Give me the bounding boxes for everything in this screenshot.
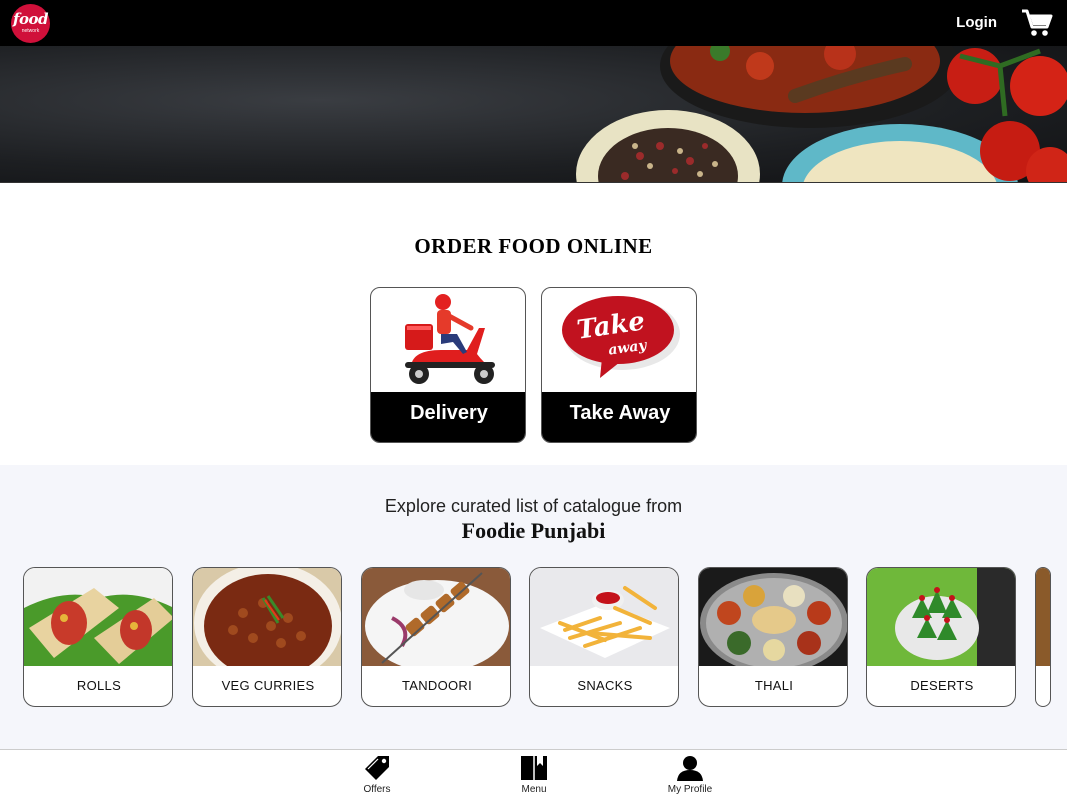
bottom-navigation: Offers Menu My Profile <box>0 749 1067 800</box>
cart-icon[interactable] <box>1021 8 1053 38</box>
nav-menu-label: Menu <box>521 784 547 795</box>
nav-offers[interactable]: Offers <box>337 754 417 800</box>
nav-menu[interactable]: Menu <box>494 754 574 800</box>
category-label: TANDOORI <box>401 678 473 693</box>
catalogue-subtitle: Explore curated list of catalogue from <box>384 496 683 516</box>
category-card-rolls[interactable]: ROLLS <box>23 567 173 707</box>
category-label: VEG CURRIES <box>221 678 315 693</box>
category-card-thali[interactable]: THALI <box>698 567 848 707</box>
logo-text: food <box>13 10 48 28</box>
catalogue-section: Explore curated list of catalogue from F… <box>0 465 1067 749</box>
delivery-label: Delivery <box>371 392 525 442</box>
food-network-logo[interactable]: food network <box>11 4 50 43</box>
category-label: DESERTS <box>910 678 974 693</box>
partial-category-image <box>1036 568 1050 666</box>
nav-my-profile-label: My Profile <box>667 784 713 795</box>
category-card-partial[interactable] <box>1035 567 1051 707</box>
category-card-deserts[interactable]: DESERTS <box>866 567 1016 707</box>
rolls-image <box>24 568 172 666</box>
deserts-image <box>867 568 1015 666</box>
login-link[interactable]: Login <box>956 14 997 31</box>
category-label: THALI <box>754 678 794 693</box>
take-away-label: Take Away <box>542 392 696 442</box>
category-label: ROLLS <box>76 678 122 693</box>
tandoori-image <box>362 568 510 666</box>
nav-offers-label: Offers <box>363 784 391 795</box>
thali-image <box>699 568 847 666</box>
snacks-image <box>530 568 678 666</box>
tag-icon <box>365 756 389 780</box>
hero-banner[interactable] <box>0 46 1067 183</box>
book-icon <box>521 756 547 780</box>
category-label: SNACKS <box>577 678 633 693</box>
person-icon <box>677 756 703 781</box>
top-bar: food network Login <box>0 0 1067 46</box>
scooter-delivery-icon <box>405 294 495 384</box>
logo-subtext: network <box>21 28 40 34</box>
take-away-option-card[interactable]: Take away Take Away <box>541 287 697 443</box>
category-card-tandoori[interactable]: TANDOORI <box>361 567 511 707</box>
take-away-bubble-icon: Take away <box>562 296 680 378</box>
delivery-option-card[interactable]: Delivery <box>370 287 526 443</box>
veg-curries-image <box>193 568 341 666</box>
category-card-snacks[interactable]: SNACKS <box>529 567 679 707</box>
hero-food-image <box>576 46 1067 182</box>
order-title: ORDER FOOD ONLINE <box>414 234 653 258</box>
nav-my-profile[interactable]: My Profile <box>650 754 730 800</box>
order-section: ORDER FOOD ONLINE Delivery Take away Tak… <box>0 184 1067 465</box>
category-card-veg-curries[interactable]: VEG CURRIES <box>192 567 342 707</box>
restaurant-name: Foodie Punjabi <box>461 518 606 543</box>
